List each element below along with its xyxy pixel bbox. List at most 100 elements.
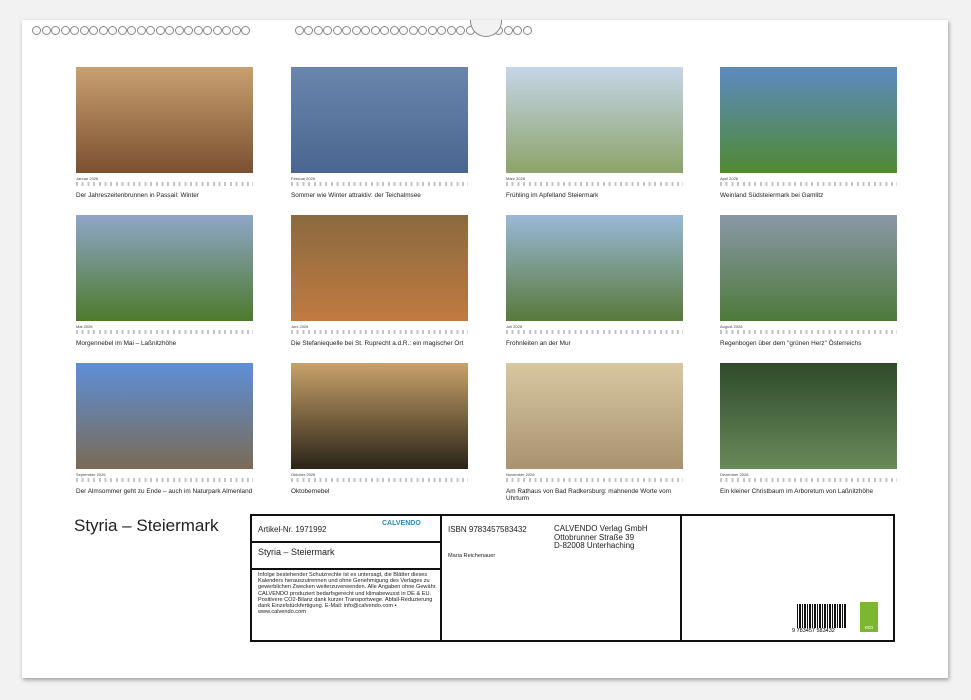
binding-hole — [241, 26, 250, 35]
binding-hole — [361, 26, 370, 35]
month-year: 2026 — [97, 472, 106, 477]
calvendo-logo: CALVENDO — [382, 519, 421, 528]
calendar-title: Styria – Steiermark — [74, 516, 219, 536]
binding-hole — [295, 26, 304, 35]
month-photo — [291, 215, 468, 321]
month-year: 2026 — [84, 324, 93, 329]
date-row — [506, 182, 683, 186]
month-cell: April 2026 Weinland Südsteiermark bei Ga… — [720, 67, 897, 199]
info-middle-column: ISBN 9783457583432 Maria Reichenauer CAL… — [442, 516, 682, 640]
photo-caption: Am Rathaus von Bad Radkersburg: mahnende… — [506, 488, 683, 502]
month-year: 2026 — [734, 324, 743, 329]
binding-hole — [399, 26, 408, 35]
month-photo — [506, 363, 683, 469]
binding-hole — [390, 26, 399, 35]
month-cell: Februar 2026 Sommer wie Winter attraktiv… — [291, 67, 468, 199]
month-year: 2026 — [740, 472, 749, 477]
month-year: 2026 — [729, 176, 738, 181]
binding-hole — [127, 26, 136, 35]
month-label: September 2026 — [76, 472, 253, 477]
month-name: Januar — [76, 176, 88, 181]
binding-hole — [32, 26, 41, 35]
binding-hole — [304, 26, 313, 35]
month-label: November 2026 — [506, 472, 683, 477]
month-cell: November 2026 Am Rathaus von Bad Radkers… — [506, 363, 683, 502]
month-year: 2026 — [526, 472, 535, 477]
binding-hole — [232, 26, 241, 35]
binding-hole — [213, 26, 222, 35]
photo-caption: Die Stefaniequelle bei St. Ruprecht a.d.… — [291, 340, 468, 347]
binding-hole — [513, 26, 522, 35]
binding-hole — [523, 26, 532, 35]
binding-hole — [89, 26, 98, 35]
binding-hole — [175, 26, 184, 35]
date-row — [291, 182, 468, 186]
binding-hole — [323, 26, 332, 35]
photo-caption: Sommer wie Winter attraktiv: der Teichal… — [291, 192, 468, 199]
barcode-number: 9 783457 583432 — [792, 628, 835, 634]
binding-hole — [342, 26, 351, 35]
month-name: März — [506, 176, 515, 181]
date-row — [720, 330, 897, 334]
month-label: Juli 2026 — [506, 324, 683, 329]
binding-hole — [447, 26, 456, 35]
month-photo — [506, 215, 683, 321]
binding-hole — [194, 26, 203, 35]
binding-hole — [146, 26, 155, 35]
article-number: Artikel-Nr. 1971992 — [258, 525, 326, 534]
month-cell: Oktober 2026 Oktobernebel — [291, 363, 468, 495]
month-photo — [291, 363, 468, 469]
month-year: 2026 — [299, 324, 308, 329]
name-row: Styria – Steiermark — [252, 543, 440, 570]
photo-caption: Der Almsommer geht zu Ende – auch im Nat… — [76, 488, 253, 495]
binding-hole — [61, 26, 70, 35]
calendar-name: Styria – Steiermark — [258, 548, 335, 557]
binding-hole — [409, 26, 418, 35]
month-photo — [76, 67, 253, 173]
month-name: Februar — [291, 176, 305, 181]
isbn: ISBN 9783457583432 — [448, 525, 527, 534]
binding-hole — [314, 26, 323, 35]
binding-hole — [456, 26, 465, 35]
binding-hole — [352, 26, 361, 35]
binding-hole — [80, 26, 89, 35]
photo-caption: Regenbogen über dem "grünen Herz" Österr… — [720, 340, 897, 347]
info-box: Artikel-Nr. 1971992 CALVENDO Styria – St… — [250, 514, 895, 642]
binding-hole — [418, 26, 427, 35]
month-label: August 2026 — [720, 324, 897, 329]
binding-hole — [437, 26, 446, 35]
date-row — [720, 182, 897, 186]
date-row — [76, 478, 253, 482]
binding-hole — [165, 26, 174, 35]
month-photo — [720, 363, 897, 469]
photo-caption: Oktobernebel — [291, 488, 468, 495]
binding-hole — [371, 26, 380, 35]
photo-caption: Ein kleiner Christbaum im Arboretum von … — [720, 488, 897, 495]
month-photo — [720, 215, 897, 321]
binding-hole — [504, 26, 513, 35]
month-photo — [720, 67, 897, 173]
month-label: Oktober 2026 — [291, 472, 468, 477]
binding-hole — [203, 26, 212, 35]
month-label: Mai 2026 — [76, 324, 253, 329]
month-name: Mai — [76, 324, 82, 329]
month-year: 2026 — [306, 176, 315, 181]
month-year: 2026 — [513, 324, 522, 329]
month-name: August — [720, 324, 732, 329]
month-cell: Dezember 2026 Ein kleiner Christbaum im … — [720, 363, 897, 495]
author: Maria Reichenauer — [448, 553, 495, 559]
month-cell: Juni 2026 Die Stefaniequelle bei St. Rup… — [291, 215, 468, 347]
month-year: 2026 — [516, 176, 525, 181]
photo-caption: Frohnleiten an der Mur — [506, 340, 683, 347]
date-row — [506, 330, 683, 334]
month-label: Januar 2026 — [76, 176, 253, 181]
month-photo — [76, 363, 253, 469]
month-cell: September 2026 Der Almsommer geht zu End… — [76, 363, 253, 495]
article-row: Artikel-Nr. 1971992 CALVENDO — [252, 516, 440, 543]
info-left-column: Artikel-Nr. 1971992 CALVENDO Styria – St… — [252, 516, 442, 640]
date-row — [76, 182, 253, 186]
binding-hole — [51, 26, 60, 35]
month-name: September — [76, 472, 96, 477]
month-name: Juli — [506, 324, 512, 329]
month-cell: Januar 2026 Der Jahreszeitenbrunnen in P… — [76, 67, 253, 199]
